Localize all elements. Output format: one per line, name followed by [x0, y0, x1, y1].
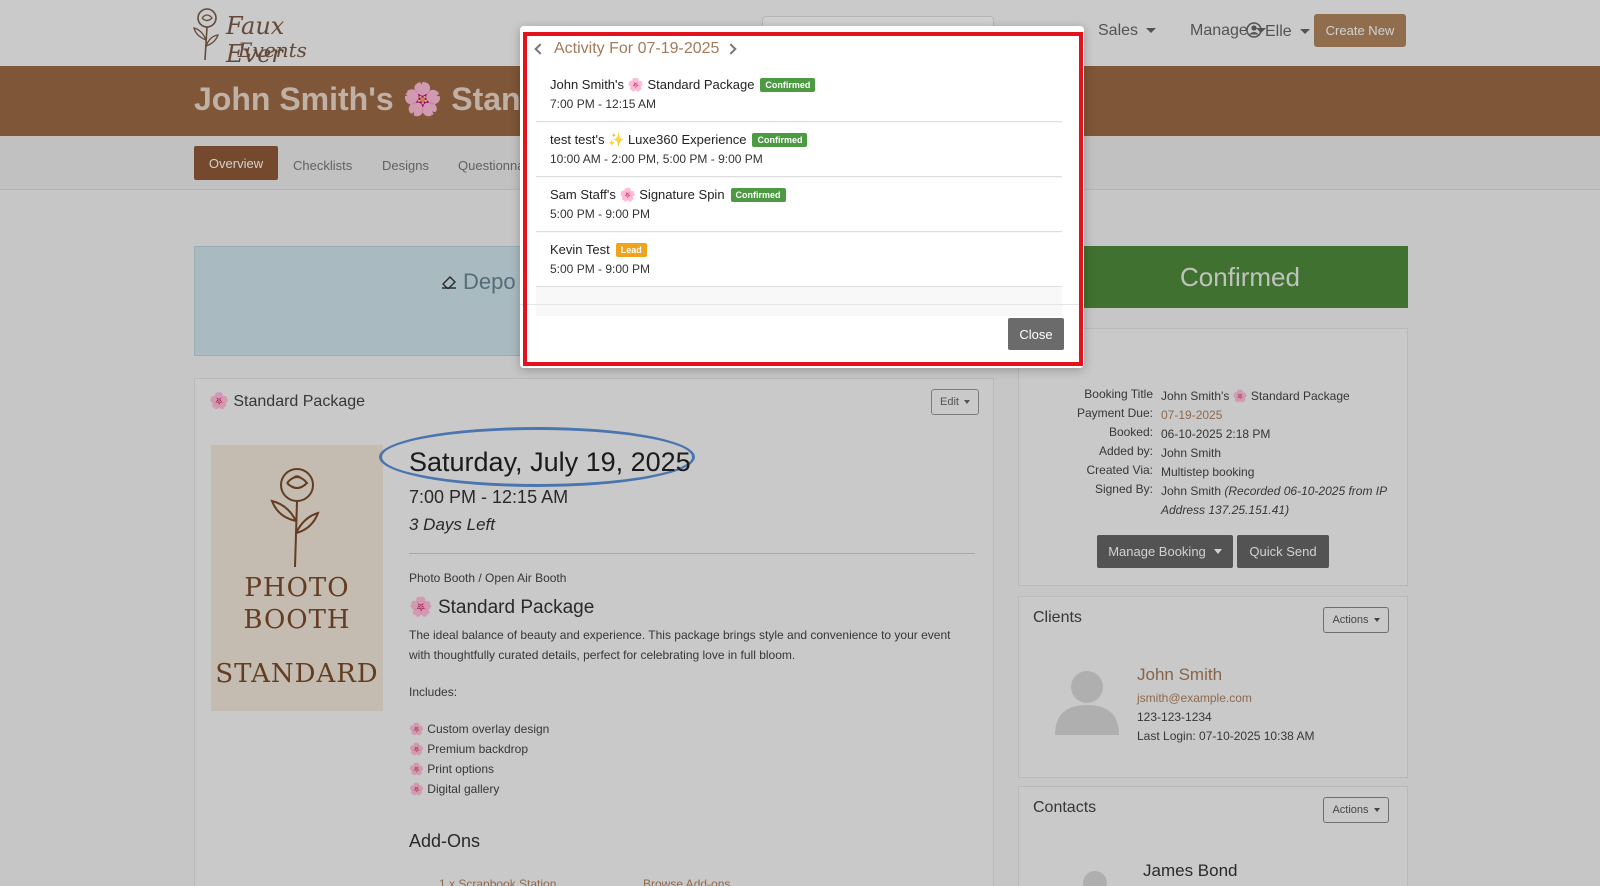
activity-title: John Smith's 🌸 Standard Package Confirmed [550, 77, 816, 93]
flower-icon: 🌸 [627, 77, 644, 92]
activity-package: Luxe360 Experience [627, 132, 747, 147]
booking-page: Faux Ever Events Sales Manage Elle Creat… [0, 0, 1600, 886]
list-item[interactable]: test test's ✨ Luxe360 Experience Confirme… [536, 123, 1062, 177]
activity-title: Sam Staff's 🌸 Signature Spin Confirmed [550, 187, 786, 203]
status-badge: Confirmed [730, 188, 786, 202]
chevron-right-icon[interactable] [725, 43, 738, 55]
activity-package: Standard Package [647, 77, 755, 92]
activity-package: Signature Spin [639, 187, 725, 202]
activity-modal: Activity For 07-19-2025 John Smith's 🌸 S… [520, 26, 1084, 368]
chevron-left-icon[interactable] [534, 43, 546, 55]
status-badge: Confirmed [752, 133, 808, 147]
sparkle-icon: ✨ [608, 132, 625, 147]
list-item[interactable]: John Smith's 🌸 Standard Package Confirmed… [536, 68, 1062, 122]
activity-client: Sam Staff's [550, 187, 616, 202]
activity-client: Kevin Test [550, 242, 610, 257]
activity-client: John Smith's [550, 77, 625, 92]
activity-title: Kevin Test Lead [550, 242, 647, 257]
status-badge: Confirmed [760, 78, 816, 92]
list-item[interactable]: Kevin Test Lead 5:00 PM - 9:00 PM [536, 233, 1062, 287]
activity-list: John Smith's 🌸 Standard Package Confirmed… [536, 68, 1062, 316]
activity-time: 5:00 PM - 9:00 PM [550, 262, 651, 276]
close-button[interactable]: Close [1008, 318, 1064, 350]
modal-title: Activity For 07-19-2025 [554, 40, 720, 57]
divider [520, 304, 1084, 305]
activity-time: 7:00 PM - 12:15 AM [550, 97, 657, 111]
modal-header: Activity For 07-19-2025 [534, 40, 738, 58]
activity-client: test test's [550, 132, 605, 147]
flower-icon: 🌸 [619, 187, 636, 202]
activity-title: test test's ✨ Luxe360 Experience Confirme… [550, 132, 808, 148]
activity-time: 10:00 AM - 2:00 PM, 5:00 PM - 9:00 PM [550, 152, 763, 166]
status-badge: Lead [615, 243, 647, 257]
list-item[interactable]: Sam Staff's 🌸 Signature Spin Confirmed 5:… [536, 178, 1062, 232]
activity-time: 5:00 PM - 9:00 PM [550, 207, 651, 221]
